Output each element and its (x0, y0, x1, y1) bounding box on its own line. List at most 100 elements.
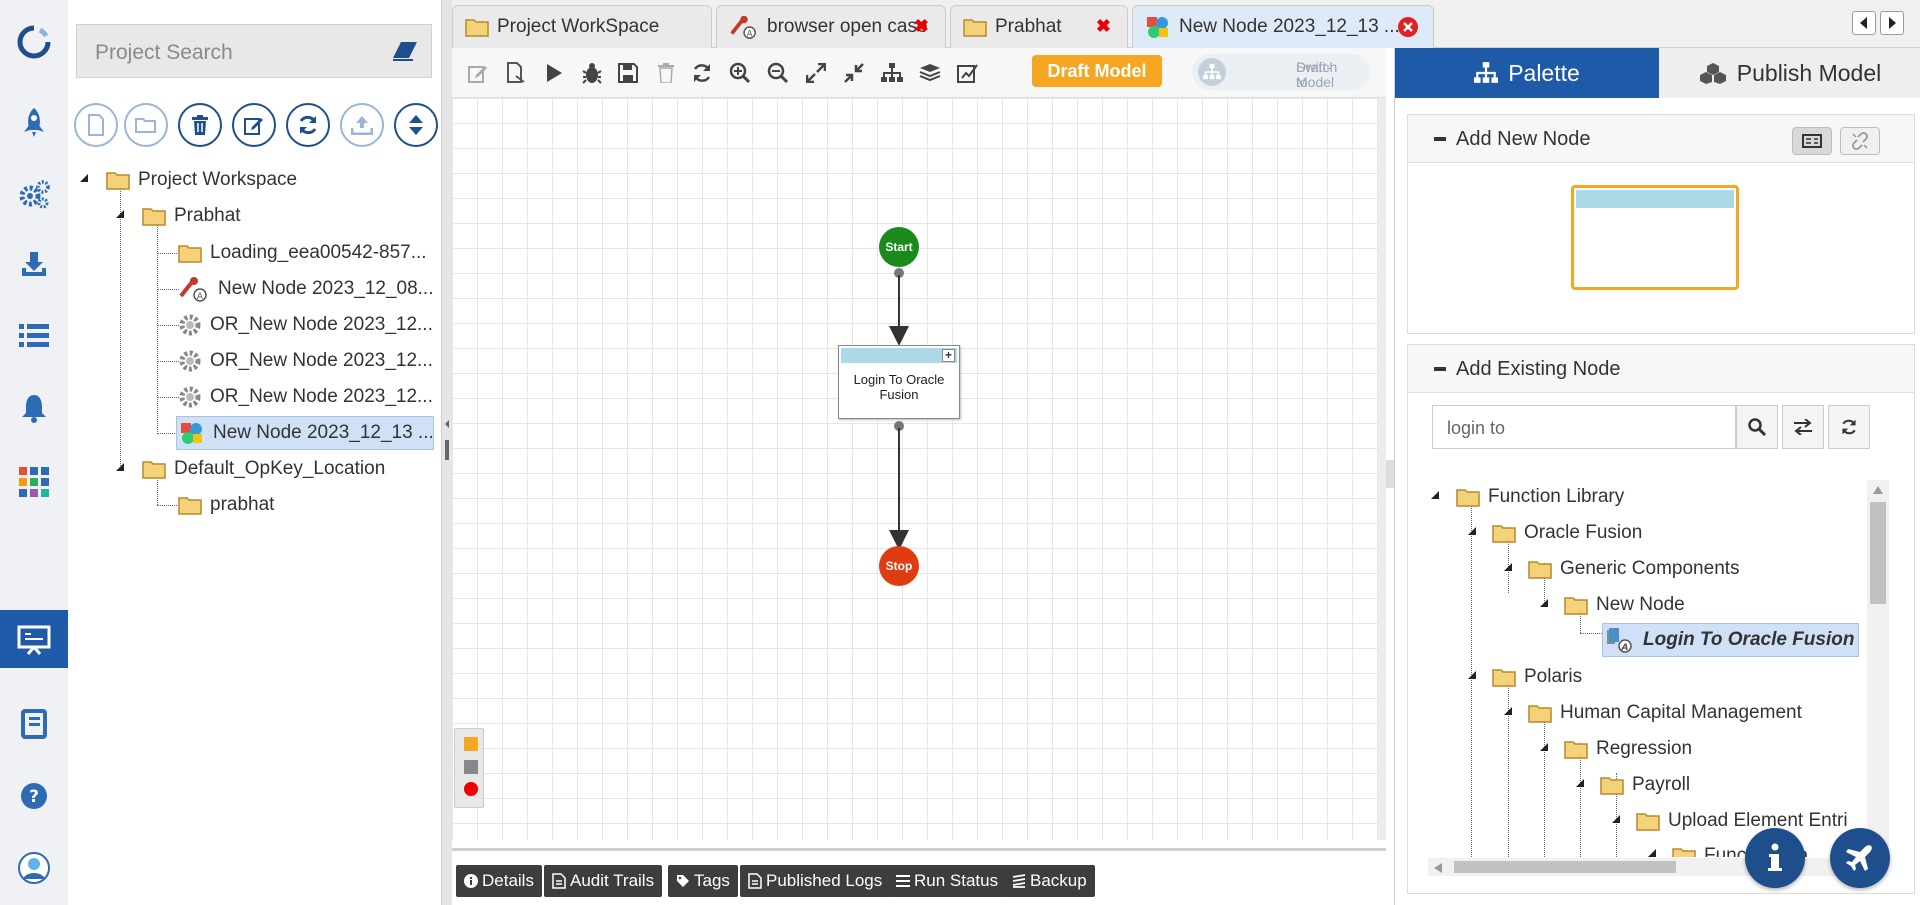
zoom-in-icon[interactable] (728, 61, 752, 85)
tree-item-prabhat-sub[interactable]: prabhat (178, 490, 274, 520)
tab-browser-open-case[interactable]: A browser open case ✖ (716, 5, 946, 48)
checkin-document-icon[interactable] (504, 61, 528, 85)
apps-grid-icon[interactable] (14, 462, 54, 502)
node-expand-plus-icon[interactable]: + (942, 349, 955, 362)
export-chart-icon[interactable] (956, 61, 980, 85)
rocket-icon[interactable] (14, 102, 54, 142)
refresh-button[interactable] (286, 103, 330, 147)
backup-button[interactable]: Backup (1004, 865, 1095, 897)
tree-item-loading[interactable]: Loading_eea00542-857... (178, 238, 427, 268)
compress-arrows-icon[interactable] (842, 61, 866, 85)
info-fab-button[interactable] (1745, 828, 1805, 888)
switch-to-draft-toggle[interactable]: Switch to Draft-Model (1192, 54, 1370, 90)
tree-item-new-node-folder[interactable]: New Node (1564, 590, 1685, 620)
refresh-tree-button[interactable] (1828, 405, 1870, 449)
tree-vertical-scrollbar[interactable] (1867, 480, 1889, 862)
expand-collapse-button[interactable] (394, 103, 438, 147)
tree-item-or-new-node-2[interactable]: OR_New Node 2023_12... (178, 346, 433, 376)
eraser-icon[interactable] (391, 40, 419, 62)
refresh-icon[interactable] (690, 61, 714, 85)
settings-gears-icon[interactable] (14, 174, 54, 214)
swap-button[interactable] (1782, 405, 1824, 449)
tree-item-or-new-node-1[interactable]: OR_New Node 2023_12... (178, 310, 433, 340)
collapse-minus-icon[interactable] (1434, 367, 1446, 371)
layers-icon[interactable] (918, 61, 942, 85)
project-search-input[interactable]: Project Search (76, 24, 432, 78)
tree-item-login-to-oracle-fusion-selected[interactable]: A Login To Oracle Fusion (1602, 623, 1860, 657)
book-icon[interactable] (14, 704, 54, 744)
model-canvas[interactable]: Start + Login To Oracle Fusion Stop (452, 98, 1386, 840)
open-folder-button[interactable] (124, 103, 168, 147)
close-tab-icon[interactable]: ✖ (1096, 16, 1111, 37)
zoom-out-icon[interactable] (766, 61, 790, 85)
collapse-minus-icon[interactable] (1434, 137, 1446, 141)
tree-item-new-node-1208[interactable]: A New Node 2023_12_08... (178, 274, 434, 304)
tree-item-function-library[interactable]: Function Library (1456, 482, 1624, 512)
delete-icon[interactable] (654, 61, 678, 85)
delete-button[interactable] (178, 103, 222, 147)
vertical-scroll-thumb[interactable] (1870, 502, 1886, 604)
details-button[interactable]: Details (456, 865, 542, 897)
panel-splitter[interactable] (442, 0, 452, 905)
tab-scroll-left-icon[interactable] (1852, 11, 1876, 35)
tree-item-regression[interactable]: Regression (1564, 734, 1692, 764)
upload-button[interactable] (340, 103, 384, 147)
expand-arrows-icon[interactable] (804, 61, 828, 85)
tree-item-prabhat[interactable]: Prabhat (142, 201, 241, 231)
tree-item-project-workspace[interactable]: Project Workspace (106, 165, 297, 195)
tab-palette[interactable]: Palette (1395, 48, 1659, 98)
save-icon[interactable] (616, 61, 640, 85)
tree-item-or-new-node-3[interactable]: OR_New Node 2023_12... (178, 382, 433, 412)
tab-scroll-right-icon[interactable] (1880, 11, 1904, 35)
tree-item-payroll[interactable]: Payroll (1600, 770, 1690, 800)
airplane-fab-button[interactable] (1830, 828, 1890, 888)
tags-button[interactable]: Tags (668, 865, 738, 897)
stop-node[interactable]: Stop (879, 546, 919, 586)
tab-project-workspace[interactable]: Project WorkSpace (452, 5, 712, 48)
horizontal-scroll-thumb[interactable] (1454, 861, 1676, 873)
list-icon[interactable] (14, 316, 54, 356)
run-icon[interactable] (542, 61, 566, 85)
edit-button[interactable] (232, 103, 276, 147)
tree-item-upload-element-entries[interactable]: Upload Element Entri (1636, 806, 1848, 836)
tree-item-oracle-fusion[interactable]: Oracle Fusion (1492, 518, 1642, 548)
tab-publish-model[interactable]: Publish Model (1659, 48, 1920, 98)
folder-icon (1672, 846, 1696, 857)
new-node-template[interactable] (1571, 185, 1739, 290)
tab-new-node-active[interactable]: New Node 2023_12_13 ... (1132, 5, 1434, 48)
help-icon[interactable]: ? (14, 776, 54, 816)
run-status-button[interactable]: Run Status (888, 865, 1007, 897)
details-label: Details (482, 871, 534, 890)
hierarchy-layout-icon[interactable] (880, 61, 904, 85)
audit-trails-button[interactable]: Audit Trails (544, 865, 663, 897)
add-existing-node-header[interactable]: Add Existing Node (1408, 345, 1914, 393)
close-tab-icon[interactable]: ✖ (914, 16, 929, 37)
canvas-splitter-handle[interactable] (1386, 460, 1394, 488)
download-icon[interactable] (14, 244, 54, 284)
tab-prabhat[interactable]: Prabhat ✖ (950, 5, 1128, 48)
tree-item-generic-components[interactable]: Generic Components (1528, 554, 1740, 584)
card-view-button[interactable] (1792, 127, 1832, 155)
close-tab-circle-icon[interactable] (1397, 16, 1419, 38)
debug-bug-icon[interactable] (580, 61, 604, 85)
published-logs-button[interactable]: Published Logs (740, 865, 891, 897)
edit-icon[interactable] (466, 61, 490, 85)
start-node[interactable]: Start (879, 227, 919, 267)
tree-item-default-opkey-location[interactable]: Default_OpKey_Location (142, 454, 385, 484)
opkey-logo-icon[interactable] (14, 22, 54, 62)
bell-icon[interactable] (14, 388, 54, 428)
business-process-model-icon (179, 421, 205, 445)
tree-item-human-capital-management[interactable]: Human Capital Management (1528, 698, 1802, 728)
draft-model-badge[interactable]: Draft Model (1032, 55, 1162, 87)
folder-icon (1456, 487, 1480, 507)
tree-item-polaris[interactable]: Polaris (1492, 662, 1582, 692)
unlink-button[interactable] (1840, 127, 1880, 155)
presentation-board-icon[interactable] (14, 620, 54, 660)
existing-node-search-input[interactable]: login to (1432, 405, 1736, 449)
login-oracle-fusion-node[interactable]: + Login To Oracle Fusion (838, 345, 960, 419)
search-button[interactable] (1736, 405, 1778, 449)
tree-item-new-node-1213-selected[interactable]: New Node 2023_12_13 ... (176, 416, 434, 450)
user-avatar-icon[interactable] (14, 848, 54, 888)
new-file-button[interactable] (74, 103, 118, 147)
add-new-node-header[interactable]: Add New Node (1408, 115, 1914, 163)
